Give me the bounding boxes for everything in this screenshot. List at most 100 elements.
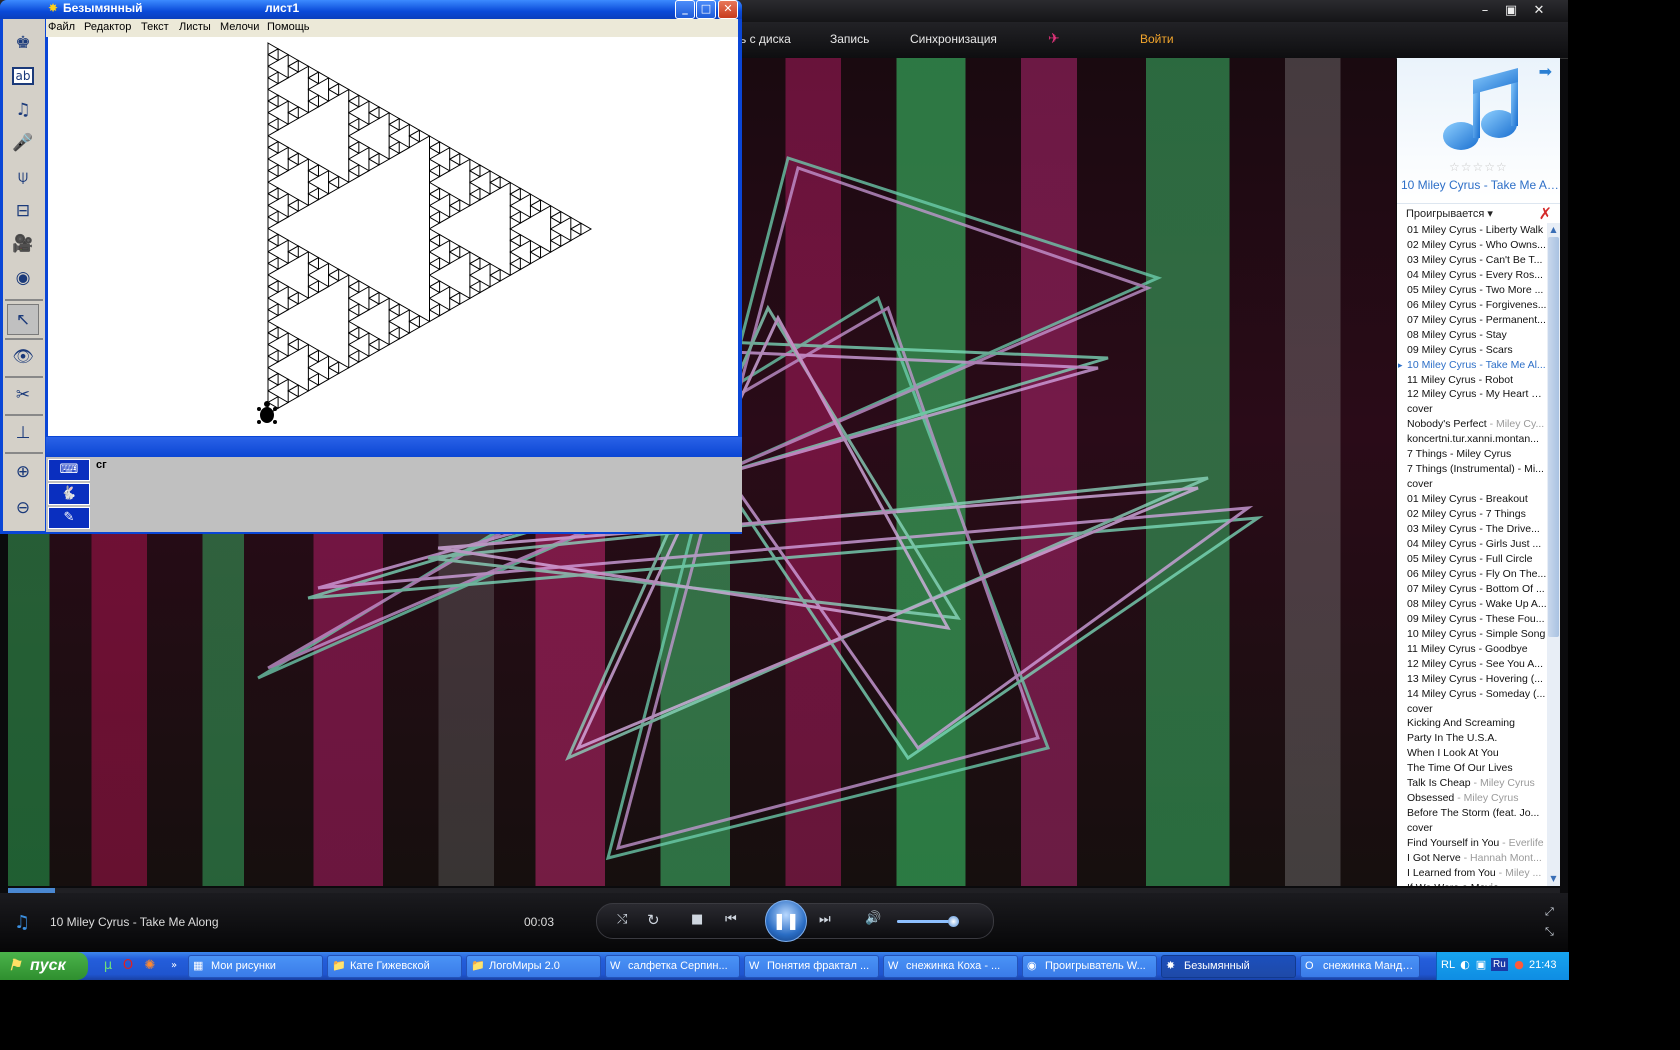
playlist-item[interactable]: Obsessed - Miley Cyrus (1397, 791, 1547, 806)
playlist-item[interactable]: koncertni.tur.xanni.montan... (1397, 432, 1547, 447)
rabbit-icon[interactable]: 🐇 (48, 483, 90, 505)
close-button[interactable]: ✕ (1528, 2, 1550, 19)
playlist-item[interactable]: I Got Nerve - Hannah Mont... (1397, 851, 1547, 866)
playlist-item[interactable]: Find Yourself in You - Everlife (1397, 836, 1547, 851)
command-input[interactable]: сг (96, 459, 107, 471)
playlist-item[interactable]: cover (1397, 402, 1547, 417)
playlist-item[interactable]: 02 Miley Cyrus - 7 Things (1397, 507, 1547, 522)
menu-misc[interactable]: Мелочи (220, 21, 259, 33)
playlist-item[interactable]: 7 Things - Miley Cyrus (1397, 447, 1547, 462)
playlist-item[interactable]: 10 Miley Cyrus - Simple Song (1397, 627, 1547, 642)
playlist-item[interactable]: Nobody's Perfect - Miley Cy... (1397, 417, 1547, 432)
taskbar-button[interactable]: ▦ Мои рисунки (188, 955, 323, 978)
playlist-item[interactable]: 12 Miley Cyrus - My Heart B... (1397, 387, 1547, 402)
taskbar-button[interactable]: W Понятия фрактал ... (744, 955, 879, 978)
scrollbar-thumb[interactable] (1548, 237, 1559, 637)
opera-tray-icon[interactable]: ● (1513, 958, 1525, 972)
start-button[interactable]: ⚑ пуск (0, 952, 88, 980)
menu-sheets[interactable]: Листы (179, 21, 211, 33)
forward-arrow-icon[interactable]: ➡ (1539, 62, 1552, 81)
playlist-item[interactable]: 11 Miley Cyrus - Robot (1397, 373, 1547, 388)
rating-stars[interactable]: ☆☆☆☆☆ (1449, 160, 1508, 174)
playlist-item[interactable]: 05 Miley Cyrus - Two More ... (1397, 283, 1547, 298)
playlist-item[interactable]: The Time Of Our Lives (1397, 761, 1547, 776)
playlist-item[interactable]: Talk Is Cheap - Miley Cyrus (1397, 776, 1547, 791)
taskbar-button[interactable]: Wсалфетка Серпин... (605, 955, 740, 978)
taskbar-button[interactable]: Wснежинка Коха - ... (883, 955, 1018, 978)
text-icon[interactable]: ab (7, 61, 39, 92)
taskbar-button[interactable]: 📁 ЛогоМиры 2.0 (466, 955, 601, 978)
opera-icon[interactable]: O (120, 958, 136, 974)
now-playing-dropdown[interactable]: Проигрывается ▾ (1406, 207, 1493, 220)
drawing-canvas[interactable] (48, 37, 738, 436)
pause-button[interactable]: ❚❚ (765, 900, 807, 942)
playlist-item[interactable]: 7 Things (Instrumental) - Mi... (1397, 462, 1547, 477)
playlist-item[interactable]: 08 Miley Cyrus - Wake Up A... (1397, 597, 1547, 612)
stop-icon[interactable]: ■ (691, 912, 703, 927)
playlist-item[interactable]: 02 Miley Cyrus - Who Owns... (1397, 238, 1547, 253)
playlist-item[interactable]: 05 Miley Cyrus - Full Circle (1397, 552, 1547, 567)
music-icon[interactable]: ♫ (7, 95, 39, 126)
repeat-icon[interactable]: ↻ (647, 911, 660, 929)
scroll-down-icon[interactable]: ▼ (1548, 873, 1559, 885)
playlist-item[interactable]: 03 Miley Cyrus - Can't Be T... (1397, 253, 1547, 268)
playlist-item[interactable]: 09 Miley Cyrus - Scars (1397, 343, 1547, 358)
previous-icon[interactable]: ⏮ (725, 912, 737, 927)
maximize-button[interactable]: □ (696, 0, 716, 19)
taskbar-button[interactable]: ✸ Безымянный (1161, 955, 1296, 978)
playlist-item[interactable]: 04 Miley Cyrus - Girls Just ... (1397, 537, 1547, 552)
more-chevron-icon[interactable]: » (166, 958, 182, 974)
turtle-icon[interactable]: ♚ (7, 28, 39, 59)
playlist-item[interactable]: When I Look At You (1397, 746, 1547, 761)
playlist-item[interactable]: 08 Miley Cyrus - Stay (1397, 328, 1547, 343)
tab-rip[interactable]: ь с диска (740, 32, 791, 46)
clock[interactable]: 21:43 (1529, 959, 1557, 971)
next-icon[interactable]: ⏭ (819, 912, 831, 927)
tab-sync[interactable]: Синхронизация (910, 32, 997, 46)
eye-icon[interactable]: 👁 (7, 342, 39, 373)
tab-burn[interactable]: Запись (830, 32, 869, 46)
playlist-item[interactable]: Party In The U.S.A. (1397, 731, 1547, 746)
playlist-item[interactable]: I Learned from You - Miley ... (1397, 866, 1547, 881)
playlist-item[interactable]: 10 Miley Cyrus - Take Me Al... (1397, 358, 1547, 373)
stamp-icon[interactable]: ⊥ (7, 418, 39, 449)
lamp-icon[interactable]: ⍦ (7, 162, 39, 193)
close-button[interactable]: ✕ (718, 0, 738, 19)
login-link[interactable]: Войти (1140, 32, 1174, 46)
network-icon[interactable]: ◐ (1459, 958, 1471, 972)
scissors-icon[interactable]: ✂ (7, 380, 39, 411)
playlist-item[interactable]: cover (1397, 821, 1547, 836)
playlist-item[interactable]: 06 Miley Cyrus - Fly On The... (1397, 567, 1547, 582)
monitor-icon[interactable]: ▣ (1475, 958, 1487, 972)
compact-mode-icon[interactable]: ⤡ (1545, 925, 1554, 939)
taskbar-button[interactable]: ◉ Проигрыватель W... (1022, 955, 1157, 978)
playlist-item[interactable]: 09 Miley Cyrus - These Fou... (1397, 612, 1547, 627)
microphone-icon[interactable]: 🎤 (7, 128, 39, 159)
menu-help[interactable]: Помощь (267, 21, 310, 33)
playlist-item[interactable]: 13 Miley Cyrus - Hovering (... (1397, 672, 1547, 687)
playlist-scrollbar[interactable]: ▲ ▼ (1547, 223, 1560, 886)
menu-file[interactable]: Файл (48, 21, 75, 33)
playlist-item[interactable]: 07 Miley Cyrus - Bottom Of ... (1397, 582, 1547, 597)
minimize-button[interactable]: _ (675, 0, 695, 19)
volume-slider[interactable] (897, 916, 959, 927)
playlist-item[interactable]: cover (1397, 702, 1547, 717)
zoom-in-icon[interactable]: ⊕ (7, 457, 39, 488)
utorrent-icon[interactable]: µ (100, 958, 116, 974)
menu-editor[interactable]: Редактор (84, 21, 131, 33)
playlist-item[interactable]: If We Were a Movie (1397, 881, 1547, 886)
playlist-item[interactable]: 04 Miley Cyrus - Every Ros... (1397, 268, 1547, 283)
playlist-item[interactable]: 14 Miley Cyrus - Someday (... (1397, 687, 1547, 702)
pointer-icon[interactable]: ↖ (7, 304, 39, 335)
minimize-button[interactable]: – (1474, 2, 1496, 19)
playlist-item[interactable]: cover (1397, 477, 1547, 492)
playlist-item[interactable]: 11 Miley Cyrus - Goodbye (1397, 642, 1547, 657)
volume-knob[interactable] (947, 916, 959, 927)
clear-playlist-icon[interactable]: ✗ (1539, 204, 1552, 223)
playlist-item[interactable]: 12 Miley Cyrus - See You A... (1397, 657, 1547, 672)
menu-text[interactable]: Текст (141, 21, 169, 33)
playlist-item[interactable]: 06 Miley Cyrus - Forgivenes... (1397, 298, 1547, 313)
maximize-button[interactable]: ▣ (1500, 2, 1522, 19)
slider-icon[interactable]: ⊟ (7, 196, 39, 227)
playlist-item[interactable]: 01 Miley Cyrus - Liberty Walk (1397, 223, 1547, 238)
